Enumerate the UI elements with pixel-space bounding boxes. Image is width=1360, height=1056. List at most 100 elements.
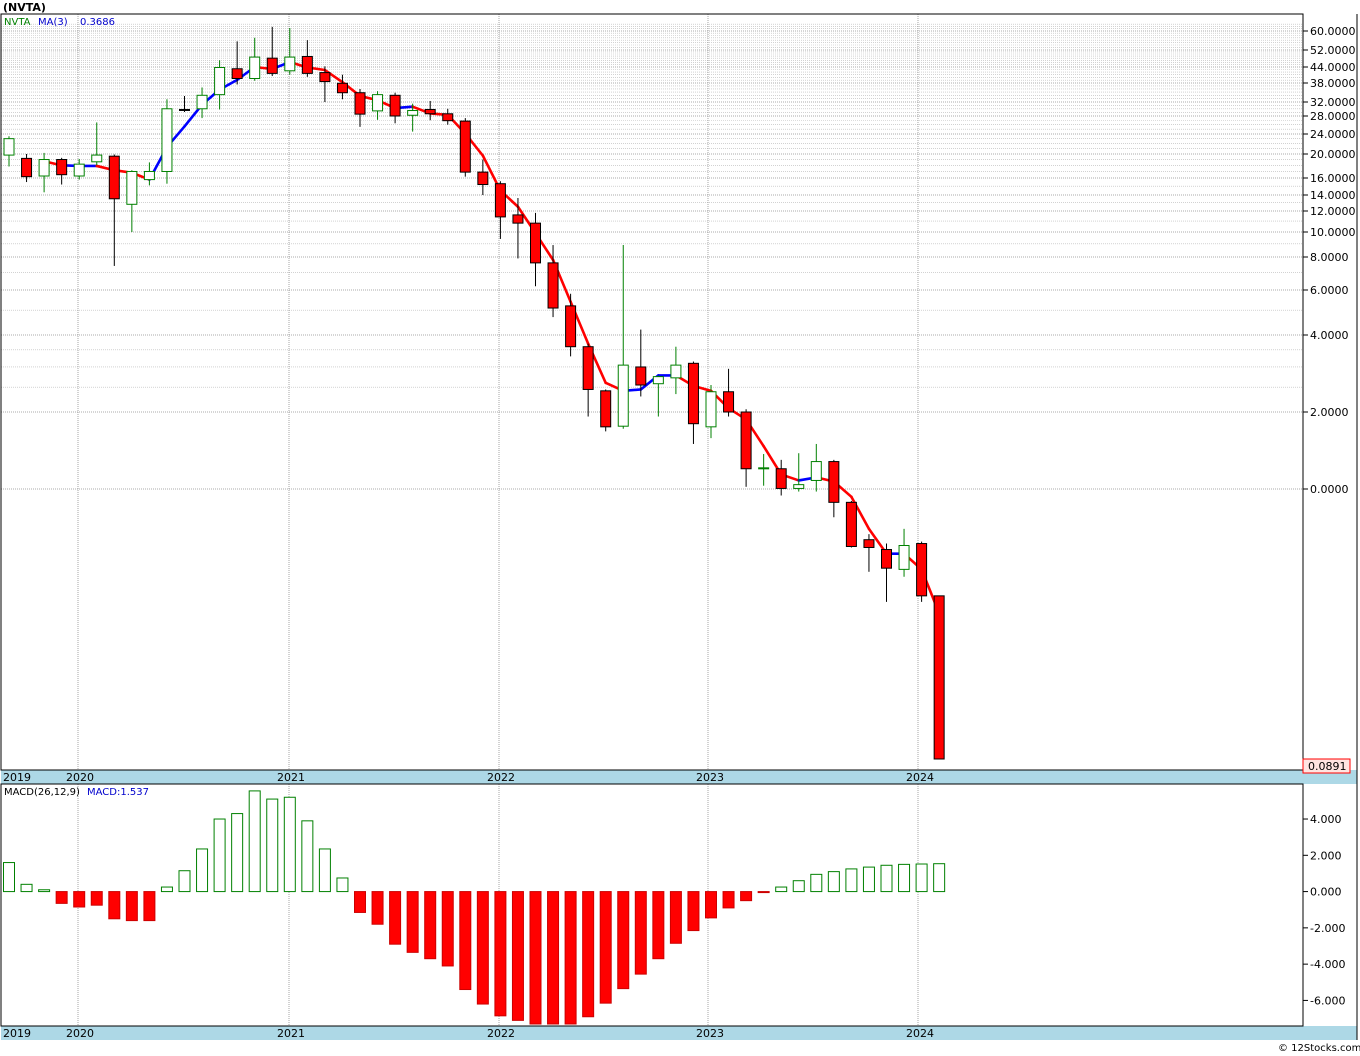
macd-time-tick-label: 2024: [906, 1027, 934, 1040]
candle: [652, 375, 664, 417]
macd-tick-label: -6.000: [1310, 994, 1345, 1007]
macd-tick-label: -4.000: [1310, 958, 1345, 971]
macd-bar: [108, 891, 121, 920]
candle: [266, 26, 278, 77]
macd-time-tick-label: 2019: [3, 1027, 31, 1040]
macd-bar: [933, 863, 946, 893]
candle-body: [196, 94, 208, 110]
candle-body: [582, 346, 594, 390]
candle-body: [793, 484, 805, 489]
legend-ma-label: MA(3): [38, 17, 68, 28]
macd-bar: [862, 866, 875, 893]
macd-bar: [476, 891, 489, 1005]
candle: [372, 91, 384, 120]
candle-body: [740, 411, 752, 470]
macd-bar: [231, 813, 244, 893]
candle: [284, 28, 296, 75]
macd-legend-value: MACD:1.537: [87, 787, 149, 798]
candle: [758, 454, 770, 486]
candle-body: [407, 110, 419, 116]
candle: [687, 361, 699, 444]
candle: [845, 500, 857, 548]
candle: [73, 158, 85, 180]
macd-bar: [582, 891, 595, 1018]
price-axis-ticks: 60.0000 52.0000 44.0000 38.0000 32.000028.00…: [1303, 25, 1356, 496]
macd-bar: [178, 870, 191, 893]
chart-symbol-title: (NVTA): [3, 1, 46, 14]
time-tick-label: 2021: [277, 771, 305, 784]
macd-bar: [740, 891, 753, 902]
macd-time-tick-label: 2020: [66, 1027, 94, 1040]
macd-bar: [494, 891, 507, 1017]
candle: [442, 108, 454, 125]
candle-body: [73, 163, 85, 177]
candle-body: [459, 120, 471, 173]
macd-bar: [354, 891, 366, 913]
macd-tick-label: -2.000: [1310, 922, 1345, 935]
candle-body: [354, 92, 366, 115]
candle: [600, 389, 612, 432]
candle: [740, 409, 752, 487]
candle: [582, 343, 594, 417]
candle-body: [143, 170, 155, 181]
candle: [705, 385, 717, 439]
price-tick-label: 28.0000: [1310, 110, 1356, 123]
candle: [3, 136, 15, 167]
candle-body: [758, 467, 770, 470]
candle-body: [214, 66, 226, 96]
candle: [56, 157, 68, 185]
price-gridlines: [1, 23, 1303, 490]
price-tick-label: 12.0000: [1310, 205, 1356, 218]
candle-body: [828, 461, 840, 503]
candle: [565, 293, 577, 357]
candle: [828, 459, 840, 518]
macd-bar: [652, 891, 665, 960]
candle-body: [38, 159, 50, 177]
time-tick-label: 2024: [906, 771, 934, 784]
candle: [231, 41, 243, 85]
macd-bar: [511, 891, 524, 1021]
macd-time-tick-label: 2021: [277, 1027, 305, 1040]
candle-body: [898, 544, 910, 570]
macd-bar: [547, 891, 560, 1025]
candle-body: [21, 157, 33, 178]
macd-bar: [880, 864, 893, 893]
macd-bar: [55, 891, 68, 904]
macd-bar: [20, 883, 33, 893]
candle-body: [687, 362, 699, 425]
candle-body: [670, 364, 682, 379]
macd-bar: [125, 891, 138, 922]
candle: [810, 443, 822, 492]
macd-tick-label: 0.000: [1310, 886, 1342, 899]
candle-body: [775, 468, 787, 489]
candle-body: [494, 183, 506, 218]
macd-bar: [827, 871, 840, 893]
macd-bar: [722, 891, 735, 909]
price-tick-label: 52.0000: [1310, 44, 1356, 57]
macd-bar: [792, 880, 805, 893]
macd-bar: [248, 790, 261, 893]
candle: [530, 212, 541, 287]
candle-body: [442, 113, 454, 122]
price-tick-label: 38.0000: [1310, 77, 1356, 90]
candle-body: [617, 364, 629, 427]
time-tick-label: 2022: [487, 771, 515, 784]
candle: [863, 534, 875, 572]
price-tick-label: 20.0000: [1310, 148, 1356, 161]
time-tick-label: 2020: [66, 771, 94, 784]
price-tick-label: 4.0000: [1310, 329, 1349, 342]
candle-body: [565, 305, 577, 348]
macd-bar: [775, 886, 788, 893]
macd-time-tick-label: 2023: [696, 1027, 724, 1040]
macd-bar: [301, 820, 314, 893]
candle: [916, 541, 928, 602]
time-tick-label: 2019: [3, 771, 31, 784]
candle: [161, 99, 173, 184]
candle-body: [301, 55, 313, 74]
candle: [126, 170, 138, 232]
macd-bar: [38, 889, 51, 893]
candle-body: [56, 159, 68, 176]
candle-body: [810, 461, 822, 481]
candle-body: [933, 595, 945, 760]
macd-bar: [196, 848, 209, 893]
